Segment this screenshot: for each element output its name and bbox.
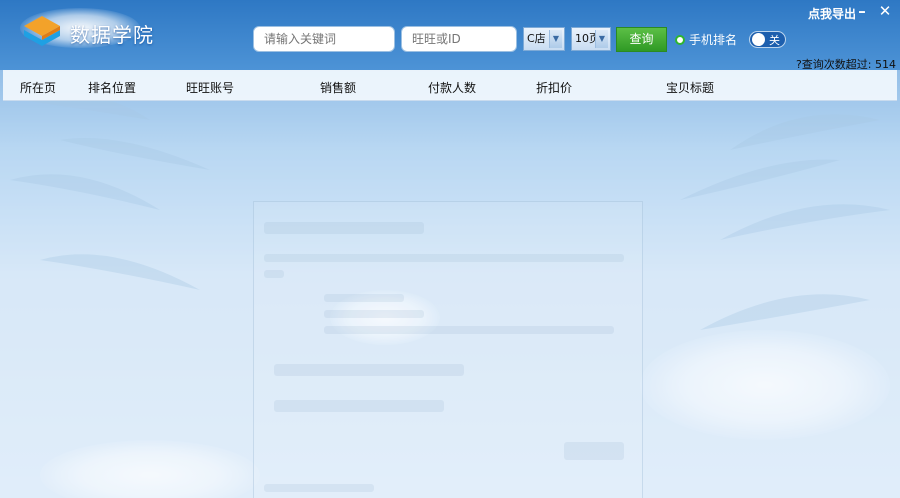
- close-icon[interactable]: ✕: [878, 2, 892, 20]
- chevron-down-icon: ▼: [549, 30, 562, 48]
- chevron-down-icon: ▼: [595, 30, 608, 48]
- keyword-input[interactable]: [253, 26, 395, 52]
- column-header-rank-position[interactable]: 排名位置: [88, 79, 136, 96]
- query-button[interactable]: 查询: [616, 27, 667, 52]
- export-button[interactable]: 点我导出: [808, 5, 856, 22]
- column-header-wangwang-account[interactable]: 旺旺账号: [186, 79, 234, 96]
- toggle-knob: [752, 33, 765, 46]
- table-header: 所在页 排名位置 旺旺账号 销售额 付款人数 折扣价 宝贝标题: [3, 70, 897, 101]
- radio-icon: [675, 34, 685, 45]
- toggle-label: 关: [769, 33, 780, 47]
- table-body[interactable]: [3, 101, 897, 498]
- shop-type-value: C店: [527, 32, 546, 45]
- column-header-payers[interactable]: 付款人数: [428, 79, 476, 96]
- page-count-select[interactable]: 10页 ▼: [571, 27, 611, 51]
- results-table: 所在页 排名位置 旺旺账号 销售额 付款人数 折扣价 宝贝标题: [0, 70, 900, 498]
- mobile-rank-radio[interactable]: 手机排名: [675, 31, 737, 48]
- column-header-page[interactable]: 所在页: [20, 79, 56, 96]
- minimize-icon[interactable]: –: [855, 2, 869, 20]
- faded-dialog-remnant: [253, 201, 643, 498]
- shop-type-select[interactable]: C店 ▼: [523, 27, 565, 51]
- app-title: 数据学院: [70, 23, 154, 47]
- column-header-item-title[interactable]: 宝贝标题: [666, 79, 714, 96]
- toggle-switch[interactable]: 关: [749, 31, 786, 48]
- column-header-sales[interactable]: 销售额: [320, 79, 356, 96]
- wangwang-id-input[interactable]: [401, 26, 517, 52]
- header-bar: 数据学院 C店 ▼ 10页 ▼ 查询 手机排名 关 点我导出 – ✕ ?查询次数…: [0, 0, 900, 71]
- column-header-discount-price[interactable]: 折扣价: [536, 79, 572, 96]
- app-logo-icon: [24, 16, 60, 46]
- mobile-rank-label: 手机排名: [689, 33, 738, 47]
